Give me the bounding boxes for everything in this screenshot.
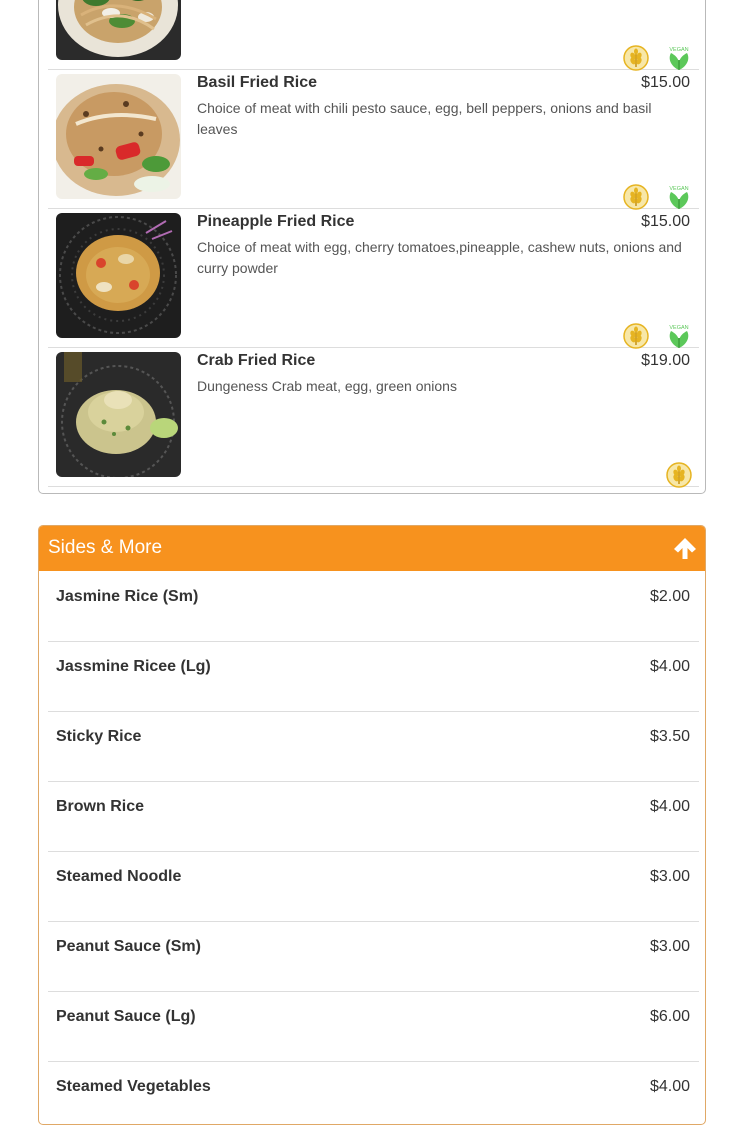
pineapple-fried-rice-photo[interactable] <box>56 213 181 338</box>
list-item[interactable]: Jassmine Ricee (Lg) $4.00 <box>48 642 699 712</box>
dish-price: $15.00 <box>641 213 690 230</box>
side-item-name: Sticky Rice <box>56 728 142 745</box>
menu-item-row[interactable]: Crab Fried Rice $19.00 Dungeness Crab me… <box>48 348 699 489</box>
dish-description: Dungeness Crab meat, egg, green onions <box>197 378 457 394</box>
side-item-price: $4.00 <box>649 798 690 815</box>
dish-description: Choice of meat with egg, cherry tomatoes… <box>197 239 682 276</box>
vegan-icon: VEGAN <box>665 322 693 350</box>
gluten-free-icon <box>665 461 693 489</box>
side-item-name: Peanut Sauce (Sm) <box>56 938 201 955</box>
list-item[interactable]: Brown Rice $4.00 <box>48 782 699 852</box>
side-item-name: Steamed Noodle <box>56 868 182 885</box>
arrow-up-icon[interactable] <box>673 536 697 560</box>
side-item-price: $3.00 <box>649 868 690 885</box>
list-item[interactable]: Sticky Rice $3.50 <box>48 712 699 782</box>
section-title: Sides & More <box>48 537 163 558</box>
gluten-free-icon <box>622 183 650 211</box>
list-item[interactable]: Peanut Sauce (Lg) $6.00 <box>48 992 699 1062</box>
side-item-name: Brown Rice <box>56 798 145 815</box>
side-item-price: $2.00 <box>649 588 690 605</box>
list-item[interactable]: Jasmine Rice (Sm) $2.00 <box>48 572 699 642</box>
dish-name: Pineapple Fried Rice <box>197 213 355 230</box>
side-item-name: Jassmine Ricee (Lg) <box>56 658 211 675</box>
list-item[interactable]: Peanut Sauce (Sm) $3.00 <box>48 922 699 992</box>
vegan-icon: VEGAN <box>665 183 693 211</box>
side-item-name: Steamed Vegetables <box>56 1078 211 1095</box>
menu-item-row[interactable]: VEGAN <box>48 0 699 72</box>
side-item-price: $3.50 <box>649 728 690 745</box>
sides-section-card: Sides & More Jasmine Rice (Sm) $2.00 Jas… <box>38 525 706 1125</box>
side-item-price: $4.00 <box>649 1078 690 1095</box>
dish-name: Crab Fried Rice <box>197 352 316 369</box>
basil-fried-rice-photo[interactable] <box>56 74 181 199</box>
svg-text:VEGAN: VEGAN <box>669 325 688 331</box>
svg-text:VEGAN: VEGAN <box>669 186 688 192</box>
side-item-price: $3.00 <box>649 938 690 955</box>
side-item-name: Peanut Sauce (Lg) <box>56 1008 196 1025</box>
dish-price: $15.00 <box>641 74 690 91</box>
side-item-price: $6.00 <box>649 1008 690 1025</box>
section-header[interactable]: Sides & More <box>39 526 705 571</box>
list-item[interactable]: Steamed Vegetables $4.00 <box>48 1062 699 1124</box>
fried-rice-section-card: VEGAN Basil Fried Rice $15.00 Choice of … <box>38 0 706 494</box>
dish-description: Choice of meat with chili pesto sauce, e… <box>197 100 652 137</box>
gluten-free-icon <box>622 322 650 350</box>
menu-item-row[interactable]: Pineapple Fried Rice $15.00 Choice of me… <box>48 209 699 350</box>
svg-text:VEGAN: VEGAN <box>669 47 688 53</box>
dish-name: Basil Fried Rice <box>197 74 318 91</box>
side-item-price: $4.00 <box>649 658 690 675</box>
stir-fry-noodle-photo[interactable] <box>56 0 181 60</box>
vegan-icon: VEGAN <box>665 44 693 72</box>
crab-fried-rice-photo[interactable] <box>56 352 181 477</box>
list-item[interactable]: Steamed Noodle $3.00 <box>48 852 699 922</box>
side-item-name: Jasmine Rice (Sm) <box>56 588 199 605</box>
gluten-free-icon <box>622 44 650 72</box>
menu-item-row[interactable]: Basil Fried Rice $15.00 Choice of meat w… <box>48 70 699 211</box>
dish-price: $19.00 <box>641 352 690 369</box>
